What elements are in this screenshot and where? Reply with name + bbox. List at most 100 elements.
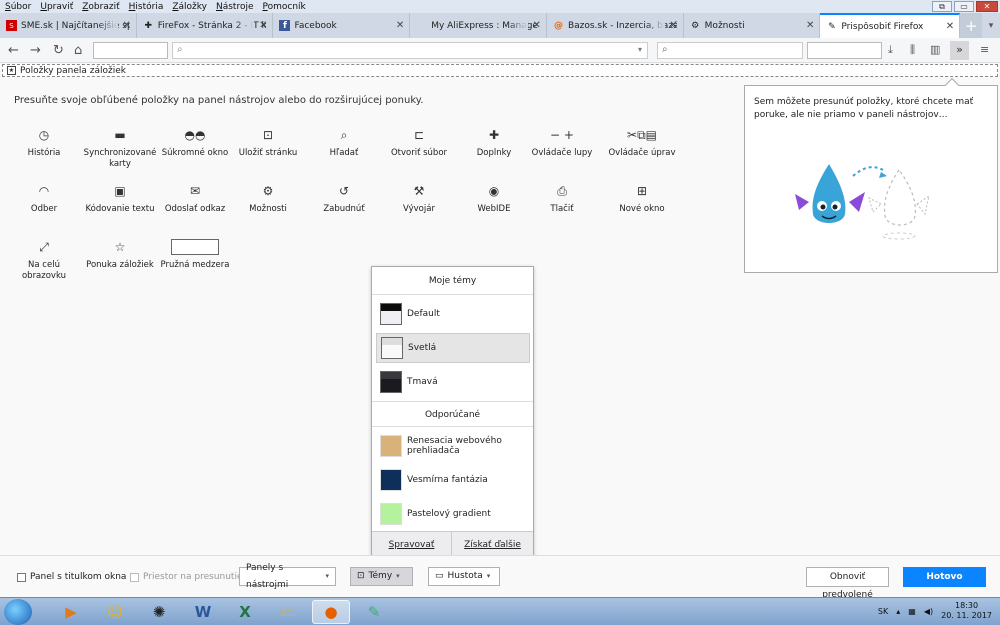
palette-item-webide[interactable]: ◉ WebIDE [456,183,532,215]
palette-item-preferences[interactable]: ⚙ Možnosti [230,183,306,215]
close-icon[interactable]: ✕ [533,20,541,31]
menu-item-2[interactable]: Zobraziť [82,2,119,12]
close-icon[interactable]: ✕ [669,20,677,31]
close-icon[interactable]: ✕ [946,21,954,32]
close-icon[interactable]: ✕ [806,20,814,31]
word-icon[interactable]: W [184,600,222,624]
tab-3[interactable]: My AliExpress : Manage Orde✕ [410,13,547,38]
menu-item-0[interactable]: Súbor [5,2,31,12]
palette-item-addons[interactable]: ✚ Doplnky [456,127,532,159]
search-bar[interactable]: ⌕ [657,42,803,59]
theme-item-dark[interactable]: Tmavá [376,367,530,397]
palette-item-edit-controls[interactable]: ✂⧉▤ Ovládače úprav [604,127,680,159]
checkbox-box[interactable] [130,572,139,582]
forward-icon[interactable]: → [30,43,41,58]
close-icon[interactable]: ✕ [396,20,404,31]
explorer-icon[interactable]: ▭ [269,600,307,624]
network-icon[interactable]: ▦ [908,607,916,616]
paint-icon[interactable]: ✎ [355,600,393,624]
tray-arrow-icon[interactable]: ▴ [896,607,900,616]
menu-item-6[interactable]: Pomocník [263,2,306,12]
palette-item-new-window[interactable]: ⊞ Nové okno [604,183,680,215]
tab-2[interactable]: f Facebook ✕ [273,13,411,38]
clock[interactable]: 18:30 20. 11. 2017 [941,601,992,621]
recommended-theme-2[interactable]: Pastelový gradient [376,499,530,529]
chevron-down-icon[interactable]: ▾ [982,13,1000,38]
new-tab-icon[interactable]: + [960,13,983,38]
tab-4[interactable]: @ Bazos.sk - Inzercia, bazár ✕ [547,13,684,38]
messenger-icon[interactable]: ☺ [96,600,134,624]
themes-dropdown[interactable]: ⊡ Témy ▾ [350,567,413,586]
palette-item-developer[interactable]: ⚒ Vývojár [381,183,457,215]
theme-item-default[interactable]: Default [376,299,530,329]
recommended-theme-0[interactable]: Renesacia webového prehliadača [376,431,530,461]
palette-item-history[interactable]: ◷ História [6,127,82,159]
palette-item-open-file[interactable]: ⊏ Otvoriť súbor [381,127,457,159]
palette-item-subscribe[interactable]: ◠ Odber [6,183,82,215]
palette-item-zoom-controls[interactable]: − + Ovládače lupy [524,127,600,159]
recommended-header: Odporúčané [372,401,533,427]
game-icon[interactable]: ✺ [140,600,178,624]
checkbox-box[interactable] [17,572,26,582]
done-button[interactable]: Hotovo [903,567,986,587]
palette-item-forget[interactable]: ↺ Zabudnúť [306,183,382,215]
palette-item-save-page[interactable]: ⊡ Uložiť stránku [230,127,306,159]
excel-icon[interactable]: X [226,600,264,624]
library-icon[interactable]: ⫼ [910,43,915,57]
developer-icon: ⚒ [413,184,425,198]
toolbar-item-placeholder[interactable] [93,42,168,59]
menu-item-1[interactable]: Upraviť [40,2,73,12]
palette-item-text-encoding[interactable]: ▣ Kódovanie textu [82,183,158,215]
close-icon[interactable]: ✕ [122,20,130,31]
palette-item-synced-tabs[interactable]: ▬ Synchronizované karty [82,127,158,170]
drag-space-checkbox[interactable]: Priestor na presunutie [130,572,243,582]
palette-item-email-link[interactable]: ✉ Odoslať odkaz [157,183,233,215]
overflow-menu-icon[interactable]: » [950,41,969,60]
windows-start-icon[interactable] [4,599,32,625]
menu-item-4[interactable]: Záložky [172,2,207,12]
close-icon[interactable]: ✕ [259,20,267,31]
toolbar-item-placeholder[interactable] [807,42,882,59]
theme-thumbnail [380,435,402,457]
menu-item-5[interactable]: Nástroje [216,2,254,12]
tab-0[interactable]: S SME.sk | Najčítanejšie spr ✕ [0,13,137,38]
puzzle-icon: ✚ [144,20,152,31]
close-icon[interactable]: ✕ [976,1,998,12]
bookmarks-toolbar[interactable]: ★ Položky panela záložiek [2,64,998,77]
palette-item-print[interactable]: ⎙ Tlačiť [524,183,600,215]
reload-icon[interactable]: ↻ [53,43,64,58]
restore-defaults-button[interactable]: Obnoviť predvolené [806,567,889,600]
tab-1[interactable]: ✚ FireFox - Stránka 2 - IT kor ✕ [137,13,274,38]
home-icon[interactable]: ⌂ [74,43,82,58]
palette-item-flexible-space[interactable]: Pružná medzera [157,239,233,271]
title-bar-checkbox[interactable]: Panel s titulkom okna [17,572,126,582]
chevron-down-icon[interactable]: ▾ [638,45,642,54]
minimize-icon[interactable]: ▭ [954,1,974,12]
palette-item-find[interactable]: ⌕ Hľadať [306,127,382,159]
palette-item-fullscreen[interactable]: ⤢ Na celú obrazovku [6,239,82,282]
language-indicator[interactable]: SK [878,607,888,616]
firefox-icon[interactable]: ● [312,600,350,624]
menu-item-3[interactable]: História [129,2,164,12]
palette-item-bookmarks-menu[interactable]: ☆ Ponuka záložiek [82,239,158,271]
fullscreen-icon: ⤢ [39,240,49,254]
back-icon[interactable]: ← [8,43,19,58]
restore-icon[interactable]: ⧉ [932,1,952,12]
tab-strip: S SME.sk | Najčítanejšie spr ✕ ✚ FireFox - S… [0,13,1000,38]
volume-icon[interactable]: ◀) [924,607,933,616]
density-dropdown[interactable]: ▭ Hustota ▾ [428,567,500,586]
toolbars-dropdown[interactable]: Panely s nástrojmi ▾ [239,563,336,590]
sidebar-icon[interactable]: ▥ [930,43,940,56]
palette-item-private-window[interactable]: ◓◓ Súkromné okno [157,127,233,159]
tab-5[interactable]: ⚙ Možnosti ✕ [684,13,821,38]
url-bar[interactable]: ⌕ ▾ [172,42,648,59]
dragon-illustration [795,164,929,240]
tab-6[interactable]: ✎ Prispôsobiť Firefox ✕ [820,13,961,38]
media-player-icon[interactable]: ▶ [52,600,90,624]
recommended-theme-1[interactable]: Vesmírna fantázia [376,465,530,495]
download-icon[interactable]: ⤓ [888,43,893,57]
palette-item-label: Ovládače lupy [531,148,593,158]
hamburger-menu-icon[interactable]: ≡ [980,43,989,56]
theme-item-light[interactable]: Svetlá [376,333,530,363]
palette-item-label: Ponuka záložiek [86,260,154,270]
